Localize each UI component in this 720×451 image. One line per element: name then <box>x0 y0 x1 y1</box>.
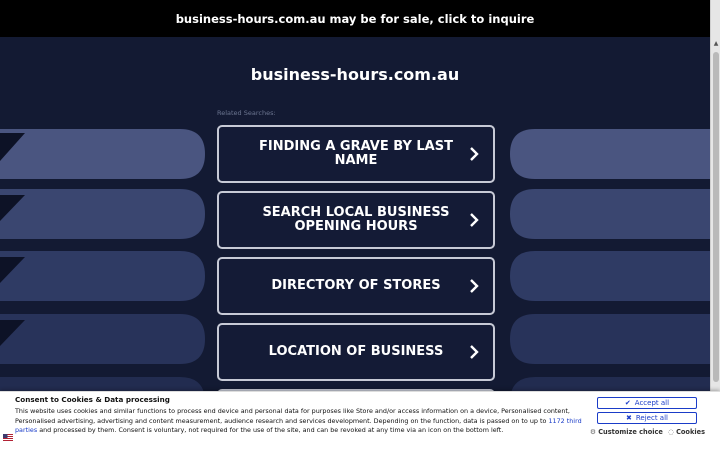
accept-all-button[interactable]: ✔ Accept all <box>597 397 697 409</box>
close-icon: ✖ <box>626 414 632 422</box>
scrollbar-thumb[interactable] <box>713 52 719 382</box>
parked-page-main: business-hours.com.au Related Searches: … <box>0 37 710 450</box>
related-link-3-label[interactable]: DIRECTORY OF STORES <box>240 279 472 293</box>
related-link-4-label[interactable]: LOCATION OF BUSINESS <box>240 345 472 359</box>
us-flag-icon[interactable] <box>3 434 13 441</box>
chevron-right-icon <box>470 213 479 227</box>
consent-body-text-1: This website uses cookies and similar fu… <box>15 407 570 425</box>
related-link-4[interactable]: LOCATION OF BUSINESS <box>217 323 495 381</box>
accept-all-label[interactable]: Accept all <box>635 399 669 407</box>
related-link-1[interactable]: FINDING A GRAVE BY LAST NAME <box>217 125 495 183</box>
domain-title: business-hours.com.au <box>250 65 460 84</box>
related-link-2[interactable]: SEARCH LOCAL BUSINESS OPENING HOURS <box>217 191 495 249</box>
gear-icon: ⚙ <box>590 428 596 436</box>
related-link-1-label[interactable]: FINDING A GRAVE BY LAST NAME <box>240 140 472 168</box>
related-searches-label: Related Searches: <box>217 109 276 117</box>
consent-body: This website uses cookies and similar fu… <box>15 407 585 436</box>
related-link-3[interactable]: DIRECTORY OF STORES <box>217 257 495 315</box>
reject-all-label[interactable]: Reject all <box>636 414 668 422</box>
consent-title: Consent to Cookies & Data processing <box>15 395 170 404</box>
customize-choice-link[interactable]: ⚙ Customize choice <box>590 428 663 436</box>
chevron-right-icon <box>470 147 479 161</box>
checkmark-icon: ✔ <box>624 399 631 407</box>
for-sale-banner[interactable]: business-hours.com.au may be for sale, c… <box>0 0 710 37</box>
cookies-link[interactable]: ◌ Cookies <box>668 428 705 436</box>
vertical-scrollbar[interactable]: ▲ <box>710 0 720 450</box>
related-link-2-label[interactable]: SEARCH LOCAL BUSINESS OPENING HOURS <box>240 206 472 234</box>
scroll-up-arrow-icon[interactable]: ▲ <box>712 40 720 48</box>
cookies-label[interactable]: Cookies <box>676 428 705 436</box>
customize-choice-label[interactable]: Customize choice <box>598 428 663 436</box>
cookie-icon: ◌ <box>668 428 674 436</box>
consent-body-text-2: and processed by them. Consent is volunt… <box>37 426 504 434</box>
chevron-right-icon <box>470 345 479 359</box>
for-sale-banner-text[interactable]: business-hours.com.au may be for sale, c… <box>176 12 535 26</box>
chevron-right-icon <box>470 279 479 293</box>
reject-all-button[interactable]: ✖ Reject all <box>597 412 697 424</box>
